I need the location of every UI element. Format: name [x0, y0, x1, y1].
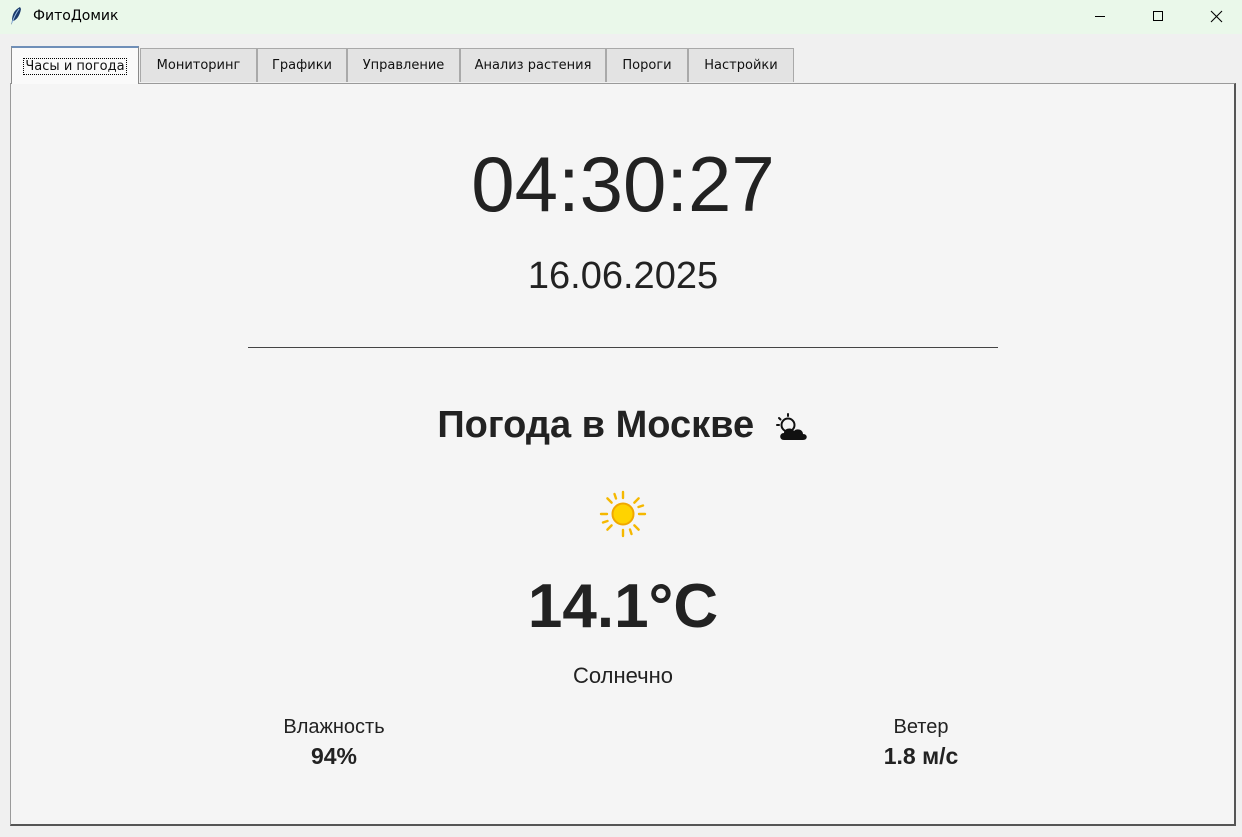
tab-label: Анализ растения: [474, 58, 592, 73]
tab-label: Мониторинг: [156, 58, 241, 73]
humidity-label: Влажность: [283, 716, 385, 738]
clock-time: 04:30:27: [471, 140, 775, 228]
title-bar: ФитоДомик: [0, 0, 1242, 34]
tab-label: Пороги: [622, 58, 672, 73]
maximize-icon: [1153, 11, 1163, 21]
sun-icon: [599, 490, 647, 538]
window-title: ФитоДомик: [33, 8, 119, 24]
temperature: 14.1°C: [527, 572, 719, 641]
tab-label: Управление: [362, 58, 445, 73]
tab-label: Часы и погода: [23, 57, 127, 75]
sun-behind-cloud-icon: [775, 413, 807, 440]
tab-thresholds[interactable]: Пороги: [606, 48, 688, 82]
humidity-block: Влажность 94%: [234, 714, 434, 772]
tab-label: Графики: [271, 58, 332, 73]
maximize-button[interactable]: [1129, 0, 1187, 32]
clock-date: 16.06.2025: [527, 255, 719, 297]
minimize-button[interactable]: [1071, 0, 1129, 32]
weather-condition: Солнечно: [573, 663, 673, 688]
minimize-icon: [1095, 16, 1105, 17]
tab-clock-weather[interactable]: Часы и погода: [11, 46, 139, 84]
feather-icon: [11, 7, 21, 25]
weather-heading: Погода в Москве: [11, 402, 1235, 448]
tab-label: Настройки: [704, 58, 778, 73]
tab-control[interactable]: Управление: [347, 48, 460, 82]
wind-label: Ветер: [893, 716, 949, 738]
weather-title: Погода в Москве: [437, 404, 755, 446]
wind-value: 1.8 м/с: [883, 743, 959, 769]
tab-settings[interactable]: Настройки: [688, 48, 794, 82]
close-button[interactable]: [1187, 0, 1242, 32]
wind-block: Ветер 1.8 м/с: [821, 714, 1021, 772]
tab-monitoring[interactable]: Мониторинг: [140, 48, 257, 82]
clock-weather-panel: 04:30:27 16.06.2025 Погода в Москве 14.1…: [10, 83, 1236, 826]
humidity-value: 94%: [310, 743, 358, 769]
close-icon: [1210, 10, 1222, 22]
tab-charts[interactable]: Графики: [257, 48, 347, 82]
separator: [248, 347, 998, 348]
tab-plant-analysis[interactable]: Анализ растения: [460, 48, 606, 82]
